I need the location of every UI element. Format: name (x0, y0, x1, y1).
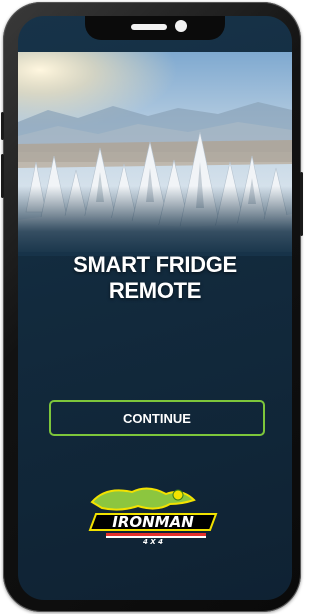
camera-icon (175, 20, 187, 32)
hero-fade (18, 186, 292, 256)
logo-sub: 4 X 4 (143, 538, 163, 546)
notch (85, 16, 225, 40)
side-button (300, 172, 303, 236)
app-title-line2: REMOTE (108, 278, 202, 303)
continue-button[interactable]: CONTINUE (49, 400, 265, 436)
side-button (1, 112, 4, 140)
app-screen: SMART FRIDGE REMOTE CONTINUE IRONMAN 4 X… (18, 16, 292, 600)
side-button (1, 154, 4, 198)
ironman-4x4-logo: IRONMAN 4 X 4 (86, 482, 226, 546)
app-title-line1: SMART FRIDGE (73, 252, 237, 277)
logo-brand: IRONMAN (112, 513, 194, 531)
speaker-icon (131, 24, 167, 30)
phone-frame: SMART FRIDGE REMOTE CONTINUE IRONMAN 4 X… (1, 2, 303, 612)
